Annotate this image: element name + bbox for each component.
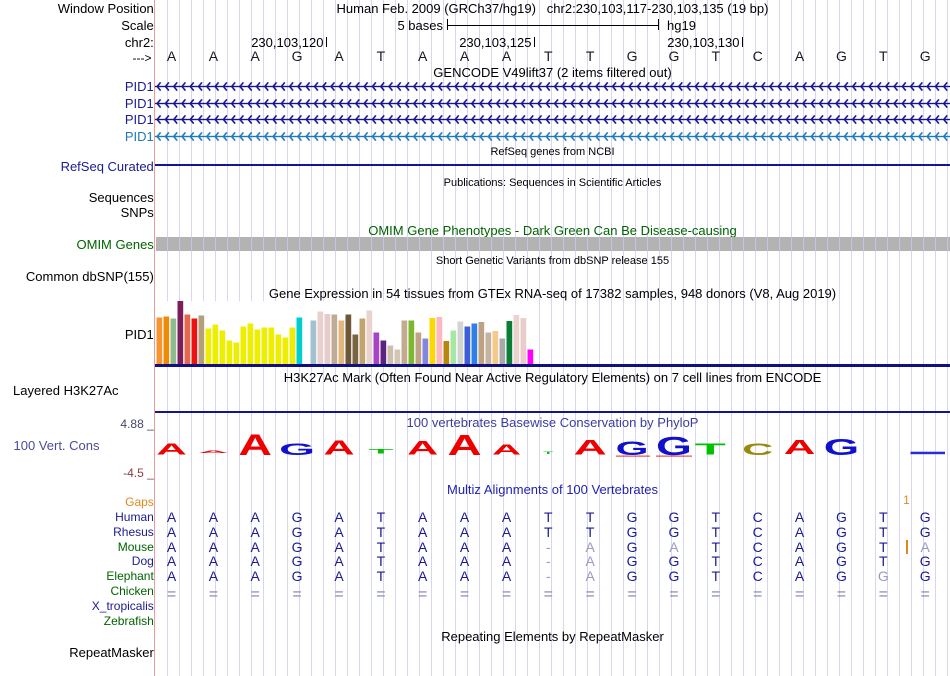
svg-text:A: A	[492, 442, 521, 458]
svg-text:A: A	[156, 440, 187, 458]
svg-text:A: A	[407, 438, 438, 459]
svg-text:A: A	[574, 435, 607, 459]
svg-text:G: G	[824, 434, 859, 461]
svg-text:T: T	[368, 448, 393, 455]
svg-text:A: A	[198, 450, 228, 454]
svg-text:T: T	[695, 440, 726, 458]
svg-text:A: A	[448, 430, 482, 462]
svg-text:A: A	[784, 436, 816, 459]
svg-text:A: A	[323, 437, 354, 459]
svg-text:T: T	[543, 450, 554, 455]
svg-text:C: C	[742, 440, 773, 459]
svg-text:G: G	[279, 441, 315, 459]
svg-text:A: A	[238, 429, 272, 462]
